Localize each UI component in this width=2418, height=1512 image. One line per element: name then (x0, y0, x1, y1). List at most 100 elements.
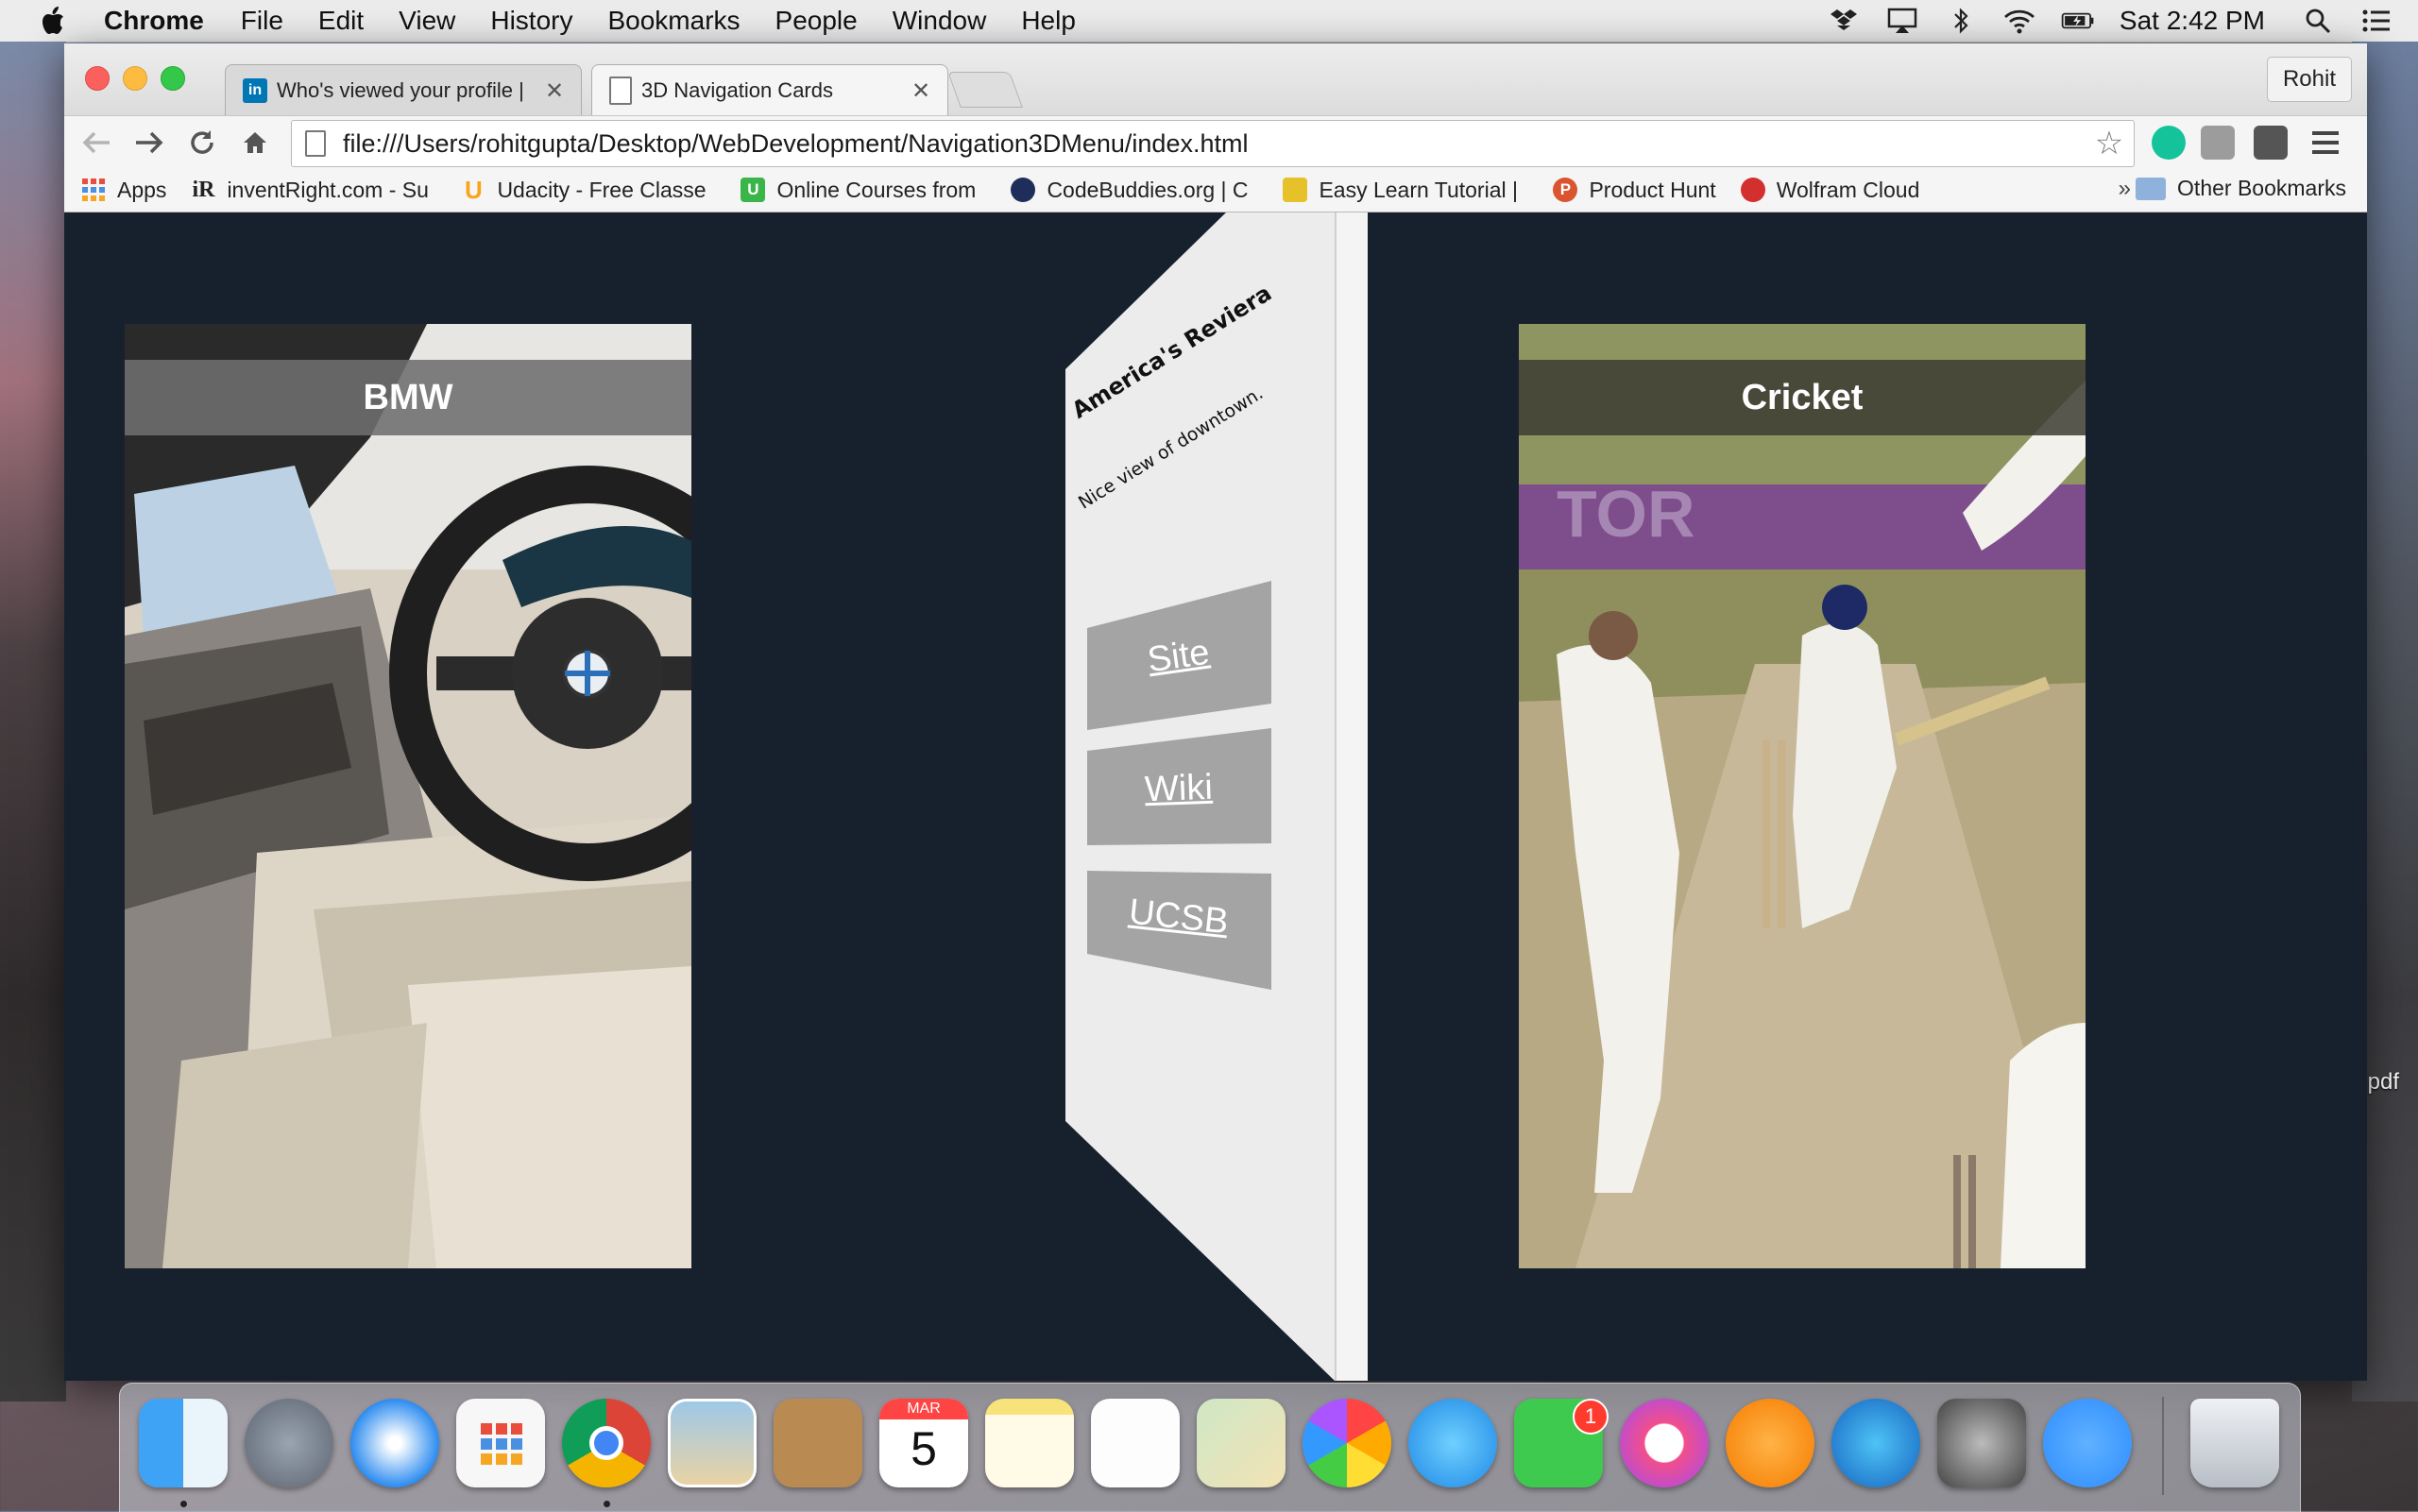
easylearn-icon (1283, 178, 1308, 202)
bookmark-codebuddies[interactable]: CodeBuddies.org | C (1011, 178, 1258, 203)
bookmark-apps[interactable]: Apps (81, 178, 166, 203)
spotlight-icon[interactable] (2301, 7, 2335, 35)
linkedin-icon: in (243, 78, 267, 103)
bookmark-udemy[interactable]: U Online Courses from (741, 178, 986, 203)
bookmark-producthunt[interactable]: P Product Hunt (1553, 177, 1716, 203)
menu-history[interactable]: History (490, 6, 572, 36)
maximize-window-button[interactable] (161, 66, 185, 91)
notification-center-icon[interactable] (2359, 7, 2393, 35)
url-text[interactable]: file:///Users/rohitgupta/Desktop/WebDeve… (343, 129, 2090, 159)
mail-icon[interactable] (668, 1399, 757, 1487)
apple-menu-icon[interactable] (38, 5, 66, 37)
app-store-icon[interactable] (1831, 1399, 1920, 1487)
home-button[interactable] (236, 124, 274, 161)
menu-help[interactable]: Help (1021, 6, 1076, 36)
bookmark-udacity[interactable]: U Udacity - Free Classe (461, 176, 716, 204)
bookmark-label: Udacity - Free Classe (497, 177, 707, 202)
home-icon (244, 132, 266, 153)
bookmark-label: inventRight.com - Su (227, 177, 429, 202)
grammarly-icon[interactable] (2152, 126, 2186, 160)
reminders-icon[interactable] (1091, 1399, 1180, 1487)
menu-file[interactable]: File (241, 6, 283, 36)
card-cricket[interactable]: TOR Cricket (1519, 324, 2086, 1268)
safari-icon[interactable] (350, 1399, 439, 1487)
back-button[interactable] (77, 124, 115, 161)
bookmark-label: Easy Learn Tutorial | (1319, 177, 1518, 202)
itunes-icon[interactable] (1620, 1399, 1709, 1487)
bookmark-label: Apps (117, 177, 167, 202)
cricket-match-photo: TOR (1519, 324, 2086, 1268)
launchpad-icon[interactable] (245, 1399, 333, 1487)
bookmark-label: Product Hunt (1589, 177, 1716, 202)
folder-icon (2136, 177, 2167, 200)
close-tab-icon[interactable]: ✕ (541, 77, 568, 105)
bookmark-star-icon[interactable]: ☆ (2090, 125, 2128, 162)
wifi-icon[interactable] (2002, 7, 2036, 35)
page-icon (609, 76, 632, 105)
link-site-label: Site (1145, 632, 1213, 680)
menu-app-name[interactable]: Chrome (104, 6, 204, 36)
link-ucsb[interactable]: UCSB (1087, 851, 1270, 983)
extension-icon[interactable] (2201, 126, 2235, 160)
tab-3d-navigation-cards[interactable]: 3D Navigation Cards ✕ (591, 64, 948, 116)
tab-title: Who's viewed your profile | (277, 78, 524, 102)
menu-edit[interactable]: Edit (318, 6, 364, 36)
finder-icon[interactable] (139, 1399, 228, 1487)
apps-grid-icon[interactable] (456, 1399, 545, 1487)
maps-icon[interactable] (1197, 1399, 1286, 1487)
bookmark-label: Online Courses from (776, 177, 977, 202)
browser-toolbar: file:///Users/rohitgupta/Desktop/WebDeve… (64, 115, 2367, 169)
new-tab-button[interactable] (947, 72, 1023, 108)
contacts-icon[interactable] (774, 1399, 862, 1487)
bookmark-inventright[interactable]: iR inventRight.com - Su (191, 178, 436, 203)
notes-icon[interactable] (985, 1399, 1074, 1487)
photos-icon[interactable] (1303, 1399, 1391, 1487)
inventright-icon: iR (192, 177, 215, 202)
close-tab-icon[interactable]: ✕ (908, 77, 934, 105)
other-bookmarks-folder[interactable]: Other Bookmarks (2136, 176, 2346, 201)
zoom-icon[interactable] (2043, 1399, 2132, 1487)
dropbox-icon[interactable] (1827, 7, 1861, 35)
forward-button[interactable] (130, 124, 168, 161)
tab-strip: in Who's viewed your profile | ✕ 3D Navi… (64, 43, 2367, 116)
link-site[interactable]: Site (1087, 590, 1270, 722)
close-window-button[interactable] (85, 66, 110, 91)
messages-icon[interactable] (1408, 1399, 1497, 1487)
menu-clock[interactable]: Sat 2:42 PM (2120, 6, 2265, 36)
menu-view[interactable]: View (399, 6, 455, 36)
menu-people[interactable]: People (775, 6, 858, 36)
minimize-window-button[interactable] (123, 66, 147, 91)
menu-icon[interactable] (2308, 126, 2342, 160)
card-bmw[interactable]: BMW (125, 324, 691, 1268)
address-bar[interactable]: file:///Users/rohitgupta/Desktop/WebDeve… (291, 120, 2135, 167)
airplay-icon[interactable] (1885, 7, 1919, 35)
chrome-icon[interactable] (562, 1399, 651, 1487)
battery-icon[interactable] (2061, 7, 2095, 35)
link-wiki-label: Wiki (1144, 767, 1214, 809)
wolfram-icon (1740, 178, 1765, 202)
tab-linkedin[interactable]: in Who's viewed your profile | ✕ (225, 64, 582, 116)
profile-button[interactable]: Rohit (2266, 57, 2352, 102)
menu-bookmarks[interactable]: Bookmarks (607, 6, 740, 36)
running-indicator (180, 1501, 187, 1507)
apps-grid-icon (81, 178, 106, 202)
link-ucsb-label: UCSB (1127, 892, 1231, 942)
bookmark-easylearn[interactable]: Easy Learn Tutorial | (1283, 178, 1528, 203)
ibooks-icon[interactable] (1726, 1399, 1814, 1487)
reload-button[interactable] (183, 124, 221, 161)
trash-icon[interactable] (2190, 1399, 2279, 1487)
bookmark-wolfram[interactable]: Wolfram Cloud (1740, 178, 1919, 203)
codebuddies-icon (1011, 178, 1036, 202)
bluetooth-icon[interactable] (1944, 7, 1978, 35)
bookmarks-overflow-button[interactable]: » (2119, 176, 2131, 202)
forward-arrow-icon (136, 131, 163, 154)
shield-extension-icon[interactable] (2254, 126, 2288, 160)
calendar-day: 5 (911, 1422, 937, 1475)
system-preferences-icon[interactable] (1937, 1399, 2026, 1487)
link-wiki[interactable]: Wiki (1087, 722, 1270, 855)
calendar-icon[interactable]: MAR 5 (879, 1399, 968, 1487)
producthunt-icon: P (1553, 178, 1578, 202)
udemy-icon: U (741, 178, 766, 202)
menu-window[interactable]: Window (893, 6, 987, 36)
desktop-file-label[interactable]: .pdf (2361, 1069, 2399, 1096)
